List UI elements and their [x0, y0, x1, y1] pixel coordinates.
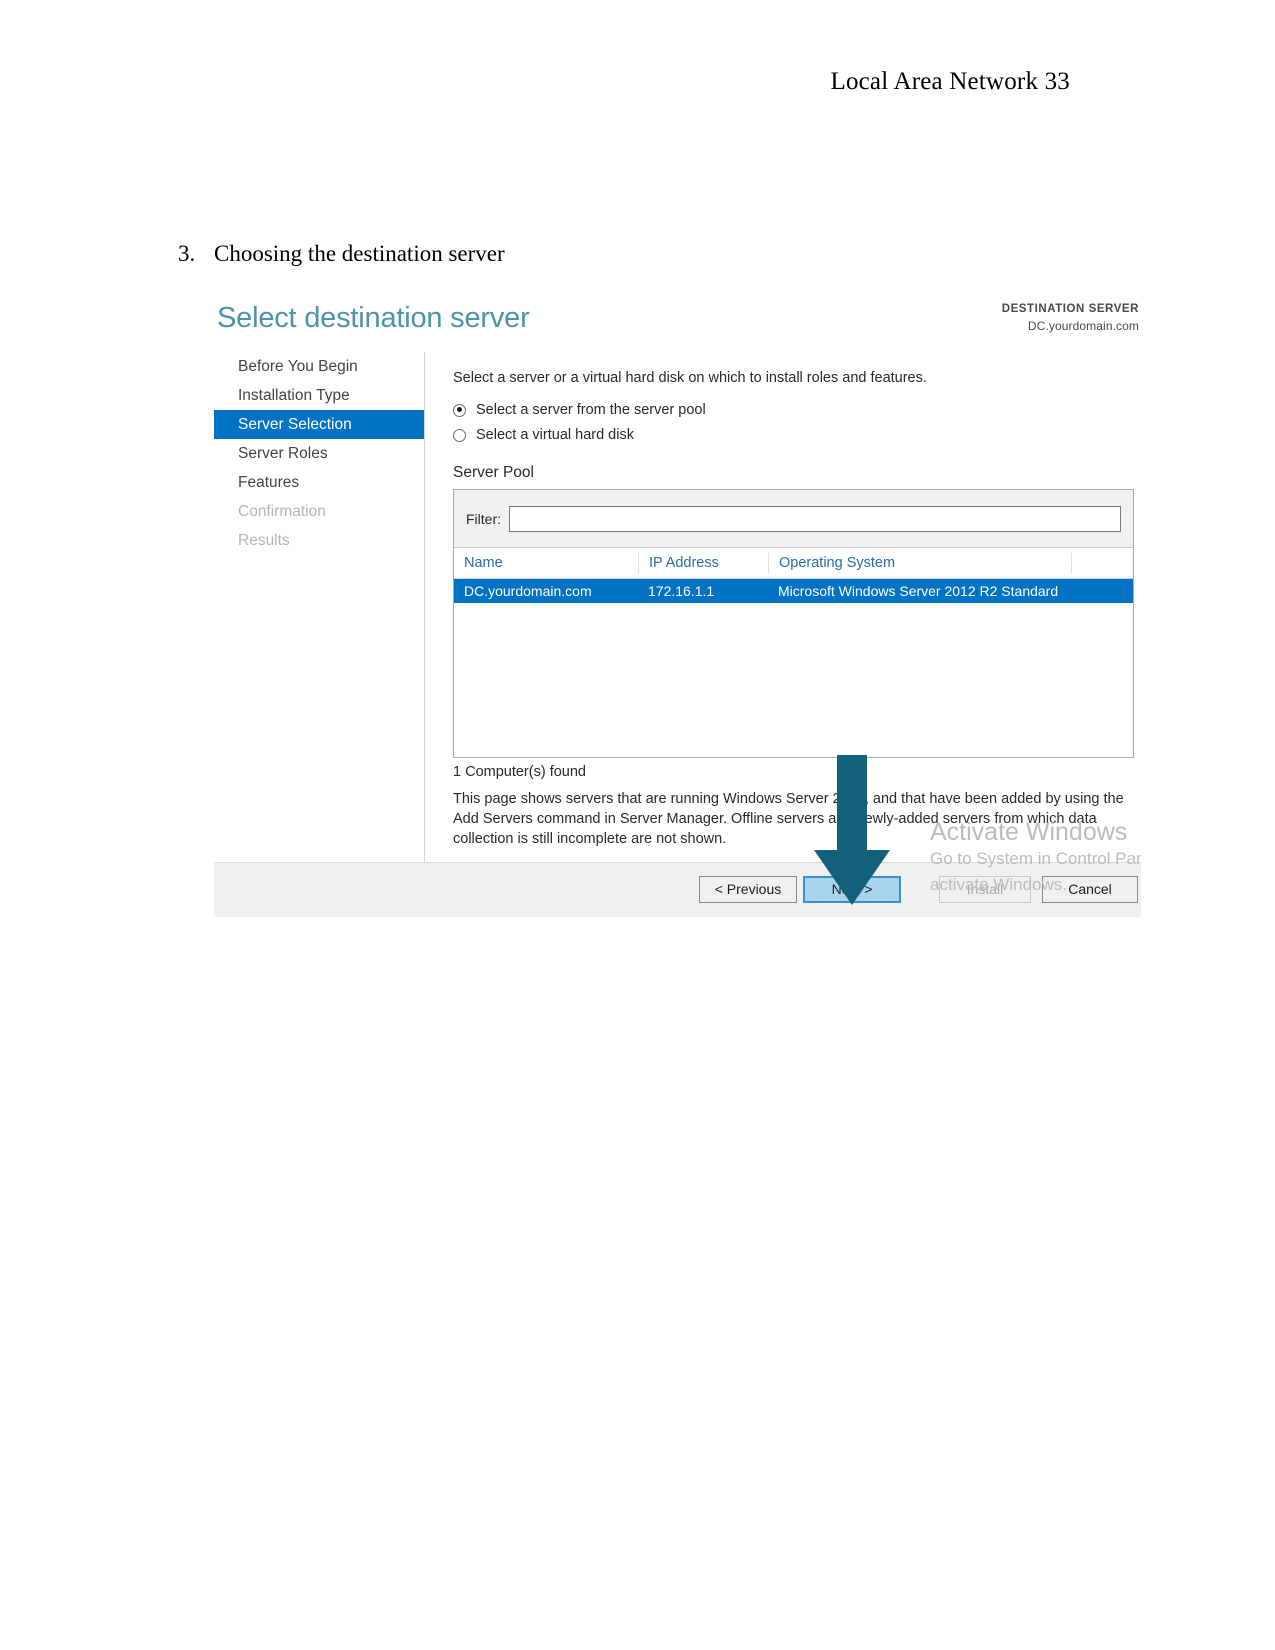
page-note-text: This page shows servers that are running… — [453, 791, 1124, 847]
server-pool-heading: Server Pool — [453, 464, 534, 481]
nav-item-confirmation: Confirmation — [238, 503, 326, 520]
nav-item-features[interactable]: Features — [214, 468, 424, 497]
wizard-header: Select destination server DESTINATION SE… — [214, 290, 1141, 345]
radio-select-server-pool[interactable]: Select a server from the server pool — [453, 402, 706, 418]
server-table-header: Name IP Address Operating System — [454, 548, 1133, 579]
cancel-button[interactable]: Cancel — [1042, 876, 1138, 903]
step-number: 3. — [178, 241, 196, 266]
install-button: Install — [939, 876, 1031, 903]
column-header-operating-system[interactable]: Operating System — [768, 552, 1071, 574]
server-table-body: DC.yourdomain.com 172.16.1.1 Microsoft W… — [454, 579, 1133, 757]
destination-server-info: DESTINATION SERVER DC.yourdomain.com — [1002, 302, 1139, 334]
page-running-header: Local Area Network 33 — [830, 68, 1070, 95]
nav-item-server-roles[interactable]: Server Roles — [214, 439, 424, 468]
radio-button-icon-selected — [453, 403, 466, 417]
nav-item-results: Results — [238, 532, 290, 549]
cell-operating-system: Microsoft Windows Server 2012 R2 Standar… — [778, 583, 1059, 599]
nav-item-installation-type[interactable]: Installation Type — [214, 381, 424, 410]
nav-item-server-selection[interactable]: Server Selection — [214, 410, 424, 439]
wizard-content-pane: Select a server or a virtual hard disk o… — [450, 352, 1141, 862]
filter-label: Filter: — [466, 510, 501, 527]
add-roles-wizard-screenshot: Select destination server DESTINATION SE… — [214, 290, 1141, 917]
wizard-navigation-pane: Before You Begin Installation Type Serve… — [214, 352, 425, 862]
computers-found-text: 1 Computer(s) found — [453, 764, 586, 780]
column-header-ip-address[interactable]: IP Address — [638, 552, 768, 574]
radio-select-vhd-label: Select a virtual hard disk — [476, 427, 634, 443]
filter-input[interactable] — [509, 505, 1121, 532]
destination-server-label: DESTINATION SERVER — [1001, 303, 1139, 315]
step-item: 3. Choosing the destination server — [178, 241, 878, 267]
annotation-arrow-down-icon — [814, 755, 890, 905]
table-row[interactable]: DC.yourdomain.com 172.16.1.1 Microsoft W… — [454, 579, 1133, 603]
column-header-spacer — [1071, 552, 1133, 574]
radio-select-server-pool-label: Select a server from the server pool — [476, 402, 706, 418]
wizard-footer: < Previous Next > Install Cancel — [214, 862, 1141, 917]
column-header-name[interactable]: Name — [454, 553, 638, 574]
filter-bar: Filter: — [454, 490, 1133, 548]
step-label: Choosing the destination server — [214, 241, 505, 266]
nav-item-before-you-begin[interactable]: Before You Begin — [214, 352, 424, 381]
cell-ip-address: 172.16.1.1 — [648, 583, 715, 599]
radio-select-virtual-hard-disk[interactable]: Select a virtual hard disk — [453, 427, 634, 443]
destination-server-value: DC.yourdomain.com — [1027, 318, 1139, 333]
instruction-text: Select a server or a virtual hard disk o… — [453, 370, 927, 386]
previous-button[interactable]: < Previous — [699, 876, 797, 903]
server-pool-panel: Filter: Name IP Address Operating System… — [453, 489, 1134, 758]
cell-server-name: DC.yourdomain.com — [464, 583, 592, 599]
radio-button-icon-unselected — [453, 428, 466, 442]
wizard-page-title: Select destination server — [217, 302, 530, 334]
